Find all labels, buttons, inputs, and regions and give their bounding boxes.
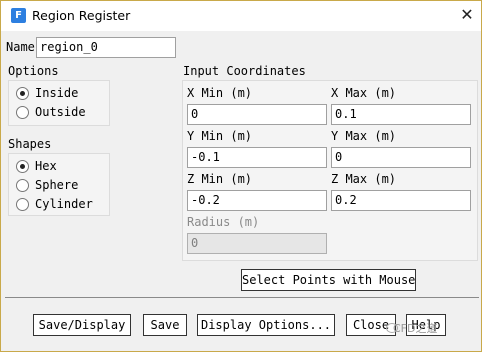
select-points-with-mouse-button[interactable]: Select Points with Mouse	[241, 269, 416, 291]
x-max-label: X Max (m)	[331, 86, 397, 100]
x-max-input[interactable]: 0.1	[331, 104, 471, 125]
save-display-button[interactable]: Save/Display	[33, 314, 131, 336]
save-button[interactable]: Save	[143, 314, 187, 336]
x-min-label: X Min (m)	[187, 86, 253, 100]
z-min-label: Z Min (m)	[187, 172, 253, 186]
cylinder-radio[interactable]	[16, 198, 29, 211]
window-title: Region Register	[32, 8, 131, 23]
z-max-label: Z Max (m)	[331, 172, 397, 186]
sphere-label[interactable]: Sphere	[35, 178, 78, 192]
z-min-input[interactable]: -0.2	[187, 190, 327, 211]
cylinder-label[interactable]: Cylinder	[35, 197, 93, 211]
input-coordinates-group: X Min (m) 0 X Max (m) 0.1 Y Min (m) -0.1…	[182, 80, 478, 261]
outside-radio[interactable]	[16, 106, 29, 119]
inside-radio[interactable]	[16, 87, 29, 100]
input-coordinates-label: Input Coordinates	[183, 64, 306, 78]
y-min-input[interactable]: -0.1	[187, 147, 327, 168]
y-min-label: Y Min (m)	[187, 129, 253, 143]
display-options-button[interactable]: Display Options...	[197, 314, 335, 336]
z-max-input[interactable]: 0.2	[331, 190, 471, 211]
watermark-text: CFD之道	[393, 322, 438, 335]
y-max-input[interactable]: 0	[331, 147, 471, 168]
name-label: Name	[6, 40, 35, 54]
region-register-dialog: F Region Register ✕ Name region_0 Option…	[0, 0, 482, 352]
name-input[interactable]: region_0	[36, 37, 176, 58]
fluent-app-icon: F	[11, 8, 26, 23]
shapes-label: Shapes	[8, 137, 52, 151]
inside-label[interactable]: Inside	[35, 86, 78, 100]
options-label: Options	[8, 64, 59, 78]
separator	[5, 297, 479, 298]
outside-label[interactable]: Outside	[35, 105, 86, 119]
title-bar: F Region Register ✕	[1, 1, 481, 31]
x-min-input[interactable]: 0	[187, 104, 327, 125]
hex-label[interactable]: Hex	[35, 159, 57, 173]
y-max-label: Y Max (m)	[331, 129, 397, 143]
options-group: Inside Outside	[8, 80, 110, 126]
hex-radio[interactable]	[16, 160, 29, 173]
shapes-group: Hex Sphere Cylinder	[8, 153, 110, 216]
sphere-radio[interactable]	[16, 179, 29, 192]
close-icon[interactable]: ✕	[457, 5, 477, 25]
radius-input: 0	[187, 233, 327, 254]
radius-label: Radius (m)	[187, 215, 260, 229]
